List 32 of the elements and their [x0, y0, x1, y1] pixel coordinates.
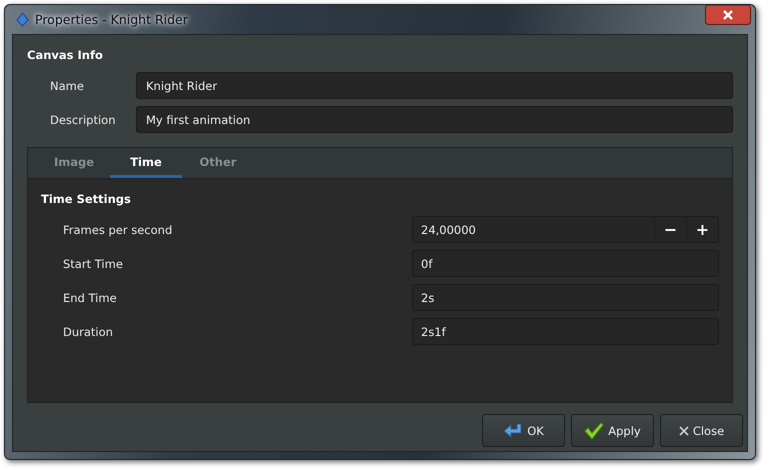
section-title: Canvas Info [27, 48, 104, 62]
decrement-button[interactable]: − [654, 217, 686, 242]
increment-button[interactable]: + [686, 217, 718, 242]
field-label: Description [49, 112, 116, 126]
apply-button[interactable]: Apply [571, 414, 654, 447]
app-icon [16, 12, 29, 27]
close-button[interactable]: Close [660, 414, 743, 447]
spin-field[interactable]: 24,00000 − + [412, 216, 719, 243]
field-label: Frames per second [62, 222, 174, 236]
text-field[interactable]: My first animation [136, 106, 733, 133]
tab[interactable]: Other [182, 148, 254, 178]
text-field[interactable]: Knight Rider [136, 72, 733, 99]
text-field[interactable]: 2s1f [412, 318, 719, 345]
field-label: End Time [62, 290, 118, 304]
close-icon [678, 426, 689, 436]
field-value: 0f [420, 256, 434, 270]
tab[interactable]: Image [38, 148, 110, 178]
field-value: 2s [420, 290, 436, 304]
window-title: Properties - Knight Rider [35, 12, 188, 27]
return-arrow-icon [503, 422, 524, 438]
ok-button[interactable]: OK [482, 414, 565, 447]
checkmark-icon [584, 422, 604, 440]
field-value: 2s1f [420, 324, 447, 338]
text-field[interactable]: 0f [412, 250, 719, 277]
field-label: Duration [62, 324, 114, 338]
section-title: Time Settings [41, 192, 132, 206]
text-field[interactable]: 2s [412, 284, 719, 311]
field-value: 24,00000 [420, 222, 477, 236]
field-label: Name [49, 78, 85, 92]
close-window-icon[interactable] [705, 5, 751, 25]
field-label: Start Time [62, 256, 124, 270]
tab[interactable]: Time [110, 148, 182, 178]
